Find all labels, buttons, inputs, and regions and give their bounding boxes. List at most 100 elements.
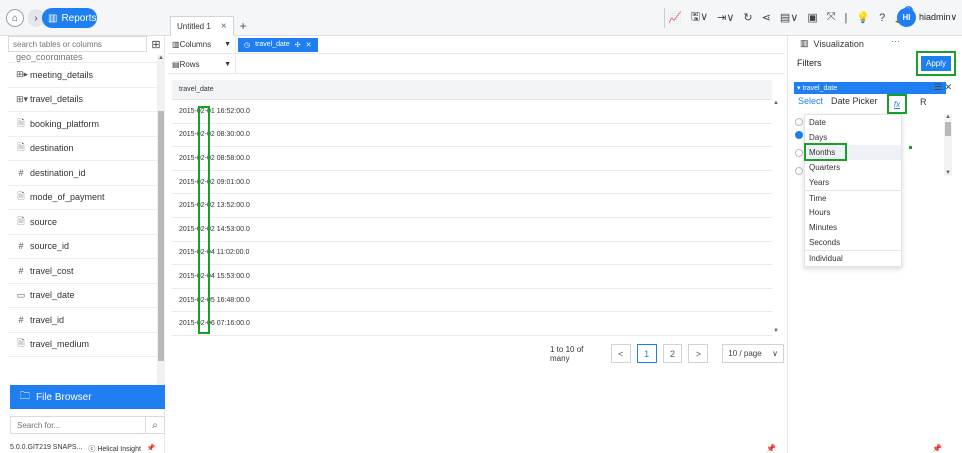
more-icon[interactable]: ··· <box>891 36 900 46</box>
list-item[interactable]: 🗎 mode_of_payment <box>8 186 157 210</box>
rows-shelf-label[interactable]: ▤Rows ▼ <box>168 55 236 74</box>
apply-button[interactable]: Apply <box>921 56 951 71</box>
scroll-down-icon[interactable]: ▼ <box>772 328 780 334</box>
layout-icon[interactable]: ▤∨ <box>780 11 798 24</box>
function-option-years[interactable]: Years <box>805 175 901 190</box>
chip-move-icon[interactable]: ✣ <box>295 41 301 49</box>
next-page-button[interactable]: > <box>688 344 709 363</box>
scroll-up-icon[interactable]: ▲ <box>944 114 952 120</box>
table-row[interactable]: 2015- 02 -02 14:53:00.0 <box>172 218 772 242</box>
tab-r[interactable]: R <box>920 97 927 107</box>
fx-tab[interactable]: fx <box>887 94 907 114</box>
table-row[interactable]: 2015- 02 -02 08:30:00.0 <box>172 124 772 148</box>
search-icon[interactable]: ⌕ <box>146 417 164 433</box>
table-row[interactable]: 2015- 02 -02 13:52:00.0 <box>172 194 772 218</box>
chevron-down-icon[interactable]: ▼ <box>224 41 231 48</box>
table-row[interactable]: 2015- 02 -01 16:52:00.0 <box>172 100 772 124</box>
list-icon[interactable]: ☰ <box>934 82 942 92</box>
function-option-seconds[interactable]: Seconds <box>805 235 901 250</box>
function-option-quarters[interactable]: Quarters <box>805 160 901 175</box>
toolbar-divider <box>664 8 665 28</box>
help-icon[interactable]: ? <box>879 12 885 24</box>
visualization-label: Visualization <box>813 38 864 49</box>
tab-untitled-1[interactable]: Untitled 1 × <box>170 16 234 36</box>
function-option-minutes[interactable]: Minutes <box>805 220 901 235</box>
table-column-header[interactable]: travel_date <box>172 80 772 100</box>
filter-scrollbar[interactable]: ▲ ▼ <box>944 114 952 176</box>
avatar[interactable]: HI <box>897 8 916 27</box>
list-item[interactable]: # destination_id <box>8 161 157 186</box>
table-scrollbar[interactable]: ▲ ▼ <box>772 100 780 334</box>
close-icon[interactable]: ✕ <box>945 82 953 92</box>
close-tab-icon[interactable]: × <box>221 21 227 32</box>
travel-date-chip[interactable]: ◷ travel_date ✣ ✕ <box>238 37 318 52</box>
chevron-down-icon[interactable]: ▼ <box>224 61 231 68</box>
list-item[interactable]: geo_coordinates <box>8 55 157 63</box>
list-item[interactable]: # travel_cost <box>8 259 157 284</box>
pin-icon[interactable]: 📌 <box>932 444 942 453</box>
file-browser-button[interactable]: 🗀 File Browser <box>10 385 165 409</box>
travel-date-filter-header[interactable]: ▾ travel_date <box>794 82 946 94</box>
page-2-button[interactable]: 2 <box>662 344 683 363</box>
page-size-select[interactable]: 10 / page ∨ <box>722 344 784 363</box>
function-option-individual[interactable]: Individual <box>805 250 901 265</box>
function-option-hours[interactable]: Hours <box>805 205 901 220</box>
chart-type-icon[interactable]: 📈 <box>668 11 682 24</box>
home-icon[interactable]: ⌂ <box>6 9 24 27</box>
chip-close-icon[interactable]: ✕ <box>306 41 312 49</box>
scroll-up-icon[interactable]: ▲ <box>772 100 780 106</box>
list-item[interactable]: ▭ travel_date <box>8 284 157 308</box>
radio-option[interactable] <box>795 149 803 157</box>
grid-icon[interactable]: ⊞ <box>147 36 165 52</box>
list-item[interactable]: 🗎 destination <box>8 137 157 161</box>
radio-option[interactable] <box>795 167 803 175</box>
tab-date-picker[interactable]: Date Picker <box>831 96 878 106</box>
scroll-down-icon[interactable]: ▼ <box>944 170 952 176</box>
list-item[interactable]: 🗎 source <box>8 210 157 235</box>
function-option-time[interactable]: Time <box>805 190 901 205</box>
table-row[interactable]: 2015- 02 -05 16:48:00.0 <box>172 289 772 313</box>
tab-select[interactable]: Select <box>798 96 823 106</box>
table-row[interactable]: 2015- 02 -02 09:01:00.0 <box>172 171 772 195</box>
pin-icon[interactable]: 📌 <box>766 444 776 453</box>
field-label: travel_medium <box>30 339 90 350</box>
list-item[interactable]: # source_id <box>8 235 157 259</box>
fullscreen-icon[interactable]: ⤧ <box>827 11 836 24</box>
search-tables-input[interactable] <box>8 36 147 52</box>
reports-button[interactable]: ▥ Reports <box>42 8 97 28</box>
function-option-date[interactable]: Date <box>805 115 901 130</box>
radio-option-selected[interactable] <box>795 131 803 139</box>
add-tab-button[interactable]: + <box>240 16 247 36</box>
visualization-tab[interactable]: ▥ Visualization <box>800 38 864 49</box>
columns-shelf-label[interactable]: ▥Columns ▼ <box>168 35 236 54</box>
pin-icon[interactable]: 📌 <box>147 444 156 453</box>
list-item[interactable]: ⊞▾ travel_details <box>8 88 157 112</box>
rows-shelf: ▤Rows ▼ <box>168 55 784 74</box>
table-row[interactable]: 2015- 02 -04 15:53:00.0 <box>172 265 772 289</box>
file-search-input[interactable] <box>11 417 146 433</box>
list-item[interactable]: # travel_id <box>8 308 157 333</box>
bulb-icon[interactable]: 💡 <box>856 11 870 24</box>
list-item[interactable]: 🗎 travel_medium <box>8 333 157 357</box>
list-item[interactable]: ⊞▸ meeting_details <box>8 63 157 88</box>
refresh-icon[interactable]: ↻ <box>743 11 752 24</box>
list-item[interactable]: 🗎 booking_platform <box>8 112 157 137</box>
scroll-thumb[interactable] <box>945 122 951 136</box>
username-menu[interactable]: hiadmin∨ <box>919 12 957 23</box>
file-search-row: ⌕ <box>10 416 165 434</box>
table-row[interactable]: 2015- 02 -02 08:58:00.0 <box>172 147 772 171</box>
share-icon[interactable]: ⋖ <box>762 11 771 24</box>
table-row[interactable]: 2015- 02 -06 07:16:00.0 <box>172 312 772 336</box>
present-icon[interactable]: ▣ <box>807 11 817 24</box>
export-icon[interactable]: ⇥∨ <box>717 11 734 24</box>
radio-option[interactable] <box>795 118 803 126</box>
field-list-scrollbar[interactable]: ▲ ▼ <box>157 55 165 403</box>
scroll-up-icon[interactable]: ▲ <box>157 55 165 61</box>
save-icon[interactable]: 🖫∨ <box>691 8 708 27</box>
date-part-pre: 2015- <box>179 296 197 304</box>
text-field-icon: 🗎 <box>17 142 25 153</box>
page-1-button[interactable]: 1 <box>636 344 657 363</box>
scroll-thumb[interactable] <box>158 111 164 361</box>
prev-page-button[interactable]: < <box>610 344 631 363</box>
table-row[interactable]: 2015- 02 -04 11:02:00.0 <box>172 242 772 266</box>
